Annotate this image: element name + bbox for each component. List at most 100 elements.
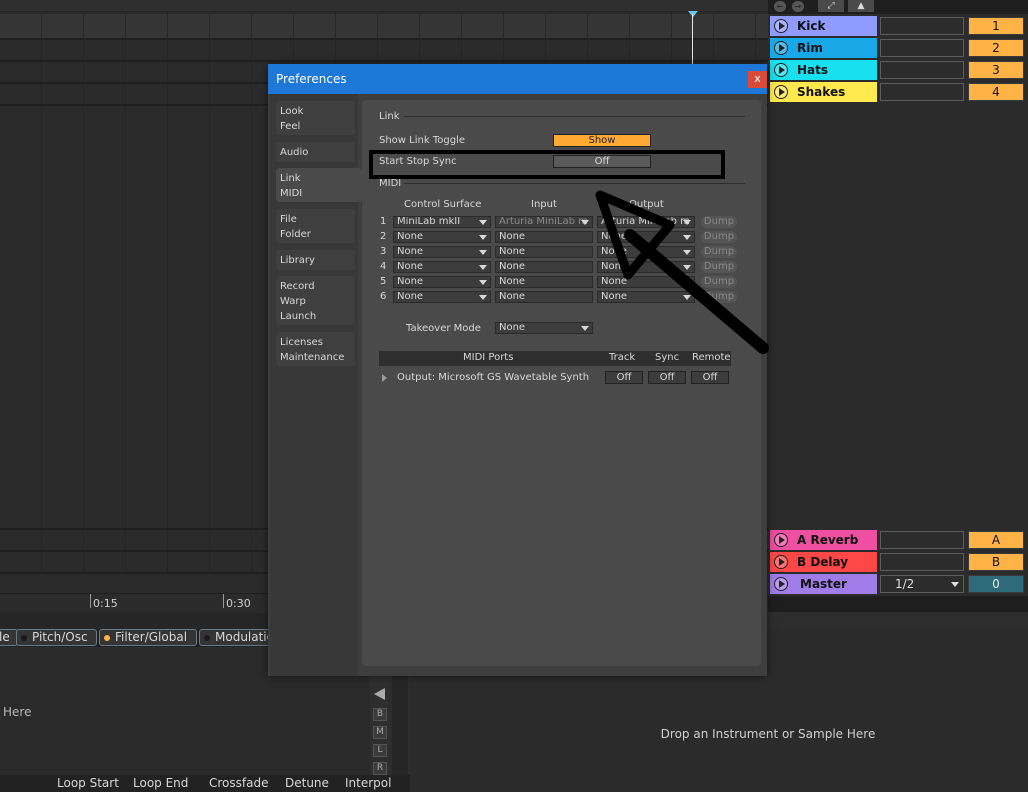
param-detune[interactable]: Detune xyxy=(285,776,329,790)
midi-port-row-label: Output: Microsoft GS Wavetable Synth xyxy=(397,372,590,383)
master-routing-dropdown[interactable]: 1/2 xyxy=(880,575,964,593)
param-interpol[interactable]: Interpol xyxy=(345,776,391,790)
pref-tab-licenses-maintenance[interactable]: Licenses Maintenance xyxy=(276,332,355,366)
time-tick-label: 0:15 xyxy=(93,597,118,610)
tab-led-icon xyxy=(104,634,110,641)
return-routing-field[interactable] xyxy=(880,531,964,549)
midi-row-number: 5 xyxy=(380,276,387,287)
device-tab-pitch-osc[interactable]: Pitch/Osc xyxy=(16,629,97,646)
track-divider xyxy=(0,38,768,40)
play-icon[interactable] xyxy=(774,19,788,33)
device-tab-modulation[interactable]: Modulation xyxy=(199,629,279,646)
return-header[interactable]: A Reverb xyxy=(770,530,877,550)
control-surface-dropdown[interactable]: None xyxy=(393,291,491,303)
master-number-button[interactable]: 0 xyxy=(968,575,1024,593)
track-routing-field[interactable] xyxy=(880,83,964,101)
takeover-mode-dropdown[interactable]: None xyxy=(495,322,593,334)
device-side-button-r[interactable]: R xyxy=(373,762,387,775)
midi-section-heading: MIDI xyxy=(379,178,402,189)
drop-hint-partial: Here xyxy=(3,705,32,719)
pref-tab-link-midi[interactable]: Link MIDI xyxy=(276,168,362,202)
play-icon[interactable] xyxy=(774,577,788,591)
arrangement-beat-ruler[interactable] xyxy=(0,14,768,38)
pref-tab-record-warp-launch[interactable]: Record Warp Launch xyxy=(276,276,355,325)
ports-col-midi-ports: MIDI Ports xyxy=(463,352,514,363)
midi-row-number: 2 xyxy=(380,231,387,242)
nav-back-icon[interactable]: ← xyxy=(774,1,786,12)
return-letter-button[interactable]: B xyxy=(968,553,1024,571)
track-number-button[interactable]: 3 xyxy=(968,61,1024,79)
param-loop-end[interactable]: Loop End xyxy=(133,776,188,790)
input-dropdown[interactable]: None xyxy=(495,276,593,288)
session-top-bar xyxy=(768,0,1028,14)
tab-led-icon xyxy=(204,634,210,641)
device-side-button-l[interactable]: L xyxy=(373,744,387,757)
midi-row-number: 4 xyxy=(380,261,387,272)
midi-row-number: 1 xyxy=(380,216,387,227)
device-side-button-m[interactable]: M xyxy=(373,726,387,739)
control-surface-dropdown[interactable]: None xyxy=(393,261,491,273)
track-number-button[interactable]: 2 xyxy=(968,39,1024,57)
input-dropdown[interactable]: None xyxy=(495,246,593,258)
return-header[interactable]: B Delay xyxy=(770,552,877,572)
pref-tab-look-feel[interactable]: Look Feel xyxy=(276,101,355,135)
track-routing-field[interactable] xyxy=(880,17,964,35)
return-routing-field[interactable] xyxy=(880,553,964,571)
annotation-arrow-icon xyxy=(595,190,769,354)
track-number-button[interactable]: 1 xyxy=(968,17,1024,35)
return-name: A Reverb xyxy=(797,533,859,547)
play-icon[interactable] xyxy=(774,41,788,55)
control-surface-dropdown[interactable]: None xyxy=(393,231,491,243)
return-name: B Delay xyxy=(797,555,849,569)
control-surface-dropdown[interactable]: MiniLab mkII xyxy=(393,216,491,228)
master-header[interactable]: Master xyxy=(770,574,877,594)
port-track-toggle[interactable]: Off xyxy=(605,371,643,384)
device-tab-label: le xyxy=(0,630,10,644)
nav-forward-icon[interactable]: → xyxy=(792,1,804,12)
play-icon[interactable] xyxy=(774,555,788,569)
track-header-shakes[interactable]: Shakes xyxy=(770,82,877,102)
param-crossfade[interactable]: Crossfade xyxy=(209,776,268,790)
device-side-button-b[interactable]: B xyxy=(373,708,387,721)
play-icon[interactable] xyxy=(774,533,788,547)
track-number-button[interactable]: 4 xyxy=(968,83,1024,101)
port-sync-toggle[interactable]: Off xyxy=(648,371,686,384)
track-header-kick[interactable]: Kick xyxy=(770,16,877,36)
midi-row-number: 3 xyxy=(380,246,387,257)
control-surface-dropdown[interactable]: None xyxy=(393,246,491,258)
pref-tab-file-folder[interactable]: File Folder xyxy=(276,209,355,243)
pref-tab-library[interactable]: Library xyxy=(276,250,355,270)
pref-tab-audio[interactable]: Audio xyxy=(276,142,355,162)
param-loop-start[interactable]: Loop Start xyxy=(57,776,119,790)
playhead-marker-icon[interactable] xyxy=(688,11,698,17)
time-tick-mark xyxy=(90,594,91,608)
control-surface-dropdown[interactable]: None xyxy=(393,276,491,288)
lock-icon[interactable]: ▲ xyxy=(848,0,874,12)
port-remote-toggle[interactable]: Off xyxy=(691,371,729,384)
track-header-rim[interactable]: Rim xyxy=(770,38,877,58)
input-dropdown[interactable]: None xyxy=(495,261,593,273)
collapse-arrow-icon[interactable] xyxy=(374,688,385,700)
track-name: Rim xyxy=(797,41,823,55)
master-routing-value: 1/2 xyxy=(895,577,915,591)
drop-zone-text: Drop an Instrument or Sample Here xyxy=(660,727,876,741)
play-icon[interactable] xyxy=(774,63,788,77)
input-dropdown[interactable]: None xyxy=(495,291,593,303)
takeover-mode-label: Takeover Mode xyxy=(406,323,481,334)
expand-arrow-icon[interactable] xyxy=(382,374,387,382)
show-link-toggle-button[interactable]: Show xyxy=(553,134,651,147)
input-dropdown[interactable]: None xyxy=(495,231,593,243)
highlight-box xyxy=(369,150,725,179)
return-letter-button[interactable]: A xyxy=(968,531,1024,549)
expand-icon[interactable]: ⤢ xyxy=(818,0,844,12)
close-button[interactable]: x xyxy=(748,71,767,88)
track-routing-field[interactable] xyxy=(880,39,964,57)
preferences-title-bar[interactable]: Preferences xyxy=(268,64,767,94)
chevron-down-icon xyxy=(951,582,959,587)
play-icon[interactable] xyxy=(774,85,788,99)
input-dropdown[interactable]: Arturia MiniLab m xyxy=(495,216,593,228)
track-header-hats[interactable]: Hats xyxy=(770,60,877,80)
track-routing-field[interactable] xyxy=(880,61,964,79)
session-bottom-strip xyxy=(768,596,1028,612)
device-tab-filter-global[interactable]: Filter/Global xyxy=(99,629,197,646)
